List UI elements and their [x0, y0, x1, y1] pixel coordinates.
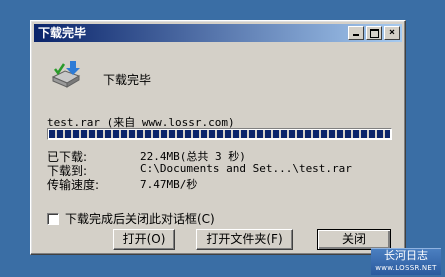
minimize-button[interactable]	[348, 26, 364, 40]
progress-fill	[49, 130, 390, 138]
close-button[interactable]: 关闭	[317, 229, 391, 250]
status-heading: 下载完毕	[103, 73, 152, 87]
watermark-title: 长河日志	[384, 249, 428, 262]
detail-value: 7.47MB/秒	[140, 178, 198, 191]
open-button[interactable]: 打开(O)	[113, 229, 175, 250]
site-watermark: 长河日志 www.LOSSR.NET	[371, 248, 441, 275]
download-progress-bar	[47, 128, 392, 140]
detail-label: 传输速度:	[47, 178, 100, 192]
detail-value: C:\Documents and Set...\test.rar	[140, 162, 352, 175]
title-buttons: ×	[346, 26, 400, 40]
close-on-complete-checkbox[interactable]	[47, 212, 59, 225]
maximize-button[interactable]	[366, 26, 382, 40]
open-folder-button[interactable]: 打开文件夹(F)	[196, 229, 293, 250]
close-on-complete-option[interactable]: 下载完成后关闭此对话框(C)	[47, 210, 215, 227]
close-window-button[interactable]: ×	[384, 26, 400, 40]
close-on-complete-label[interactable]: 下载完成后关闭此对话框(C)	[65, 210, 215, 227]
title-bar[interactable]: 下载完毕 ×	[34, 24, 402, 42]
window-title: 下载完毕	[38, 26, 87, 40]
watermark-url: www.LOSSR.NET	[375, 264, 437, 272]
download-complete-icon	[49, 59, 83, 89]
download-complete-dialog: 下载完毕 × 下载完毕 test.rar (来自 www.lossr.com) …	[30, 20, 406, 255]
